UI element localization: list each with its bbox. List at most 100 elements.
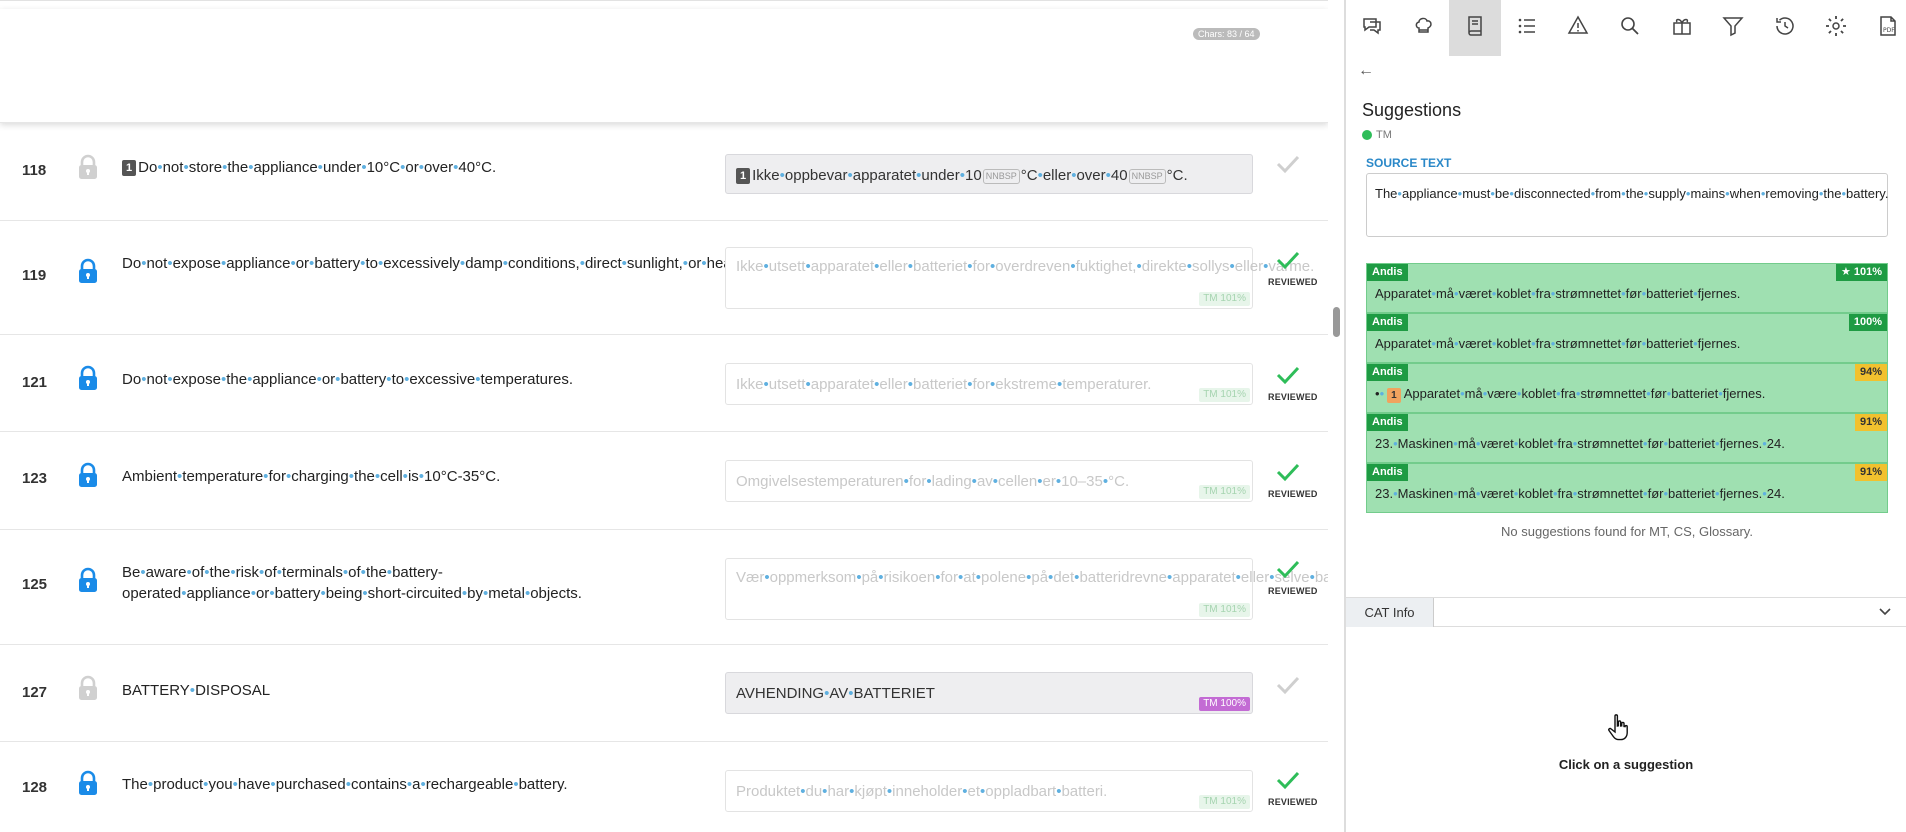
- segment-status[interactable]: REVIEWED: [1268, 462, 1318, 499]
- match-percent-badge: ★ 101%: [1835, 264, 1887, 281]
- history-icon: [1773, 14, 1797, 43]
- tm-dot-icon: [1362, 130, 1372, 140]
- segment-status[interactable]: [1268, 675, 1308, 700]
- tm-match-badge: TM 101%: [1199, 292, 1250, 306]
- segment-number: 125: [22, 576, 48, 593]
- target-field[interactable]: Produktet•du•har•kjøpt•inneholder•et•opp…: [725, 770, 1253, 812]
- editor-scrollbar[interactable]: [1331, 0, 1341, 832]
- list-icon: [1515, 14, 1539, 43]
- tm-match-badge: TM 100%: [1199, 697, 1250, 711]
- tm-match-badge: TM 101%: [1199, 388, 1250, 402]
- check-icon: [1268, 770, 1308, 795]
- segment-number: 121: [22, 374, 48, 391]
- no-suggestions-note: No suggestions found for MT, CS, Glossar…: [1501, 524, 1753, 539]
- source-text: Ambient•temperature•for•charging•the•cel…: [122, 468, 501, 485]
- toolbar-button[interactable]: [1656, 0, 1708, 56]
- nnbsp-marker: NNBSP: [982, 169, 1020, 184]
- toolbar-button[interactable]: [1346, 0, 1398, 56]
- suggestion-author: Andis: [1367, 364, 1408, 381]
- lock-icon[interactable]: [76, 462, 100, 488]
- target-field[interactable]: 1 Ikke•oppbevar•apparatet•under•10 NNBSP °C…: [725, 154, 1253, 194]
- warning-icon: [1566, 14, 1590, 43]
- toolbar-button[interactable]: [1449, 0, 1502, 56]
- target-field[interactable]: Ikke•utsett•apparatet•eller•batteriet•fo…: [725, 363, 1253, 405]
- segment-editor: 116The•appliance•must•be•disconnected•fr…: [0, 0, 1328, 832]
- toolbar-button[interactable]: [1604, 0, 1656, 56]
- chevron-down-icon[interactable]: [1878, 604, 1892, 618]
- tm-legend-label: TM: [1376, 129, 1392, 141]
- book-icon: [1463, 14, 1487, 43]
- reviewed-label: REVIEWED: [1268, 392, 1318, 402]
- tm-match-badge: TM 101%: [1199, 795, 1250, 809]
- match-percent-badge: 91%: [1854, 414, 1887, 431]
- segment-status[interactable]: REVIEWED: [1268, 365, 1318, 402]
- chef-hat-icon: [1412, 14, 1436, 43]
- unlocked-icon[interactable]: [76, 154, 100, 180]
- target-field[interactable]: Vær•oppmerksom•på•risikoen•for•at•polene…: [725, 558, 1328, 620]
- segment-number: 127: [22, 684, 48, 701]
- source-text: Do•not•expose•the•appliance•or•battery•t…: [122, 371, 574, 388]
- suggestion-item[interactable]: Andis 91% 23.•Maskinen•må•været•koblet•fra…: [1366, 463, 1888, 513]
- segment-status[interactable]: REVIEWED: [1268, 250, 1318, 287]
- toolbar-button[interactable]: PDF: [1862, 0, 1906, 56]
- segment-number: 119: [22, 267, 47, 284]
- source-text: 1 Do•not•store•the•appliance•under•10°C•o…: [122, 157, 692, 178]
- lock-icon[interactable]: [76, 567, 100, 593]
- toolbar-button[interactable]: [1759, 0, 1811, 56]
- suggestion-item[interactable]: Andis 91% 23.•Maskinen•må•været•koblet•fra…: [1366, 413, 1888, 463]
- check-icon: [1268, 154, 1308, 179]
- filter-icon: [1721, 14, 1745, 43]
- tm-match-badge: TM 101%: [1199, 603, 1250, 617]
- toolbar-button[interactable]: [1810, 0, 1862, 56]
- target-field[interactable]: AVHENDING•AV•BATTERIET TM 100%: [725, 672, 1253, 714]
- panel-toolbar: PDF: [1346, 0, 1906, 56]
- check-icon: [1268, 675, 1308, 700]
- source-text-label: SOURCE TEXT: [1366, 156, 1452, 170]
- unlocked-icon[interactable]: [76, 675, 100, 701]
- suggestion-item[interactable]: Andis ★ 101% Apparatet•må•været•koblet•fra…: [1366, 263, 1888, 313]
- check-icon: [1268, 462, 1308, 487]
- back-arrow-icon[interactable]: ←: [1358, 62, 1374, 80]
- target-field[interactable]: Ikke•utsett•apparatet•eller•batteriet•fo…: [725, 247, 1314, 309]
- reviewed-label: REVIEWED: [1268, 277, 1318, 287]
- segment-number: 118: [22, 162, 47, 179]
- tab-cat-info[interactable]: CAT Info: [1346, 598, 1434, 627]
- source-text: Do•not•expose•appliance•or•battery•to•ex…: [122, 255, 838, 272]
- segment-number: 128: [22, 779, 48, 796]
- toolbar-button[interactable]: [1552, 0, 1604, 56]
- suggestion-author: Andis: [1367, 314, 1408, 331]
- package-icon: [1670, 14, 1694, 43]
- toolbar-button[interactable]: [1501, 0, 1553, 56]
- segment-status[interactable]: REVIEWED: [1268, 770, 1317, 807]
- lock-icon[interactable]: [76, 770, 100, 796]
- match-percent-badge: 100%: [1848, 314, 1887, 331]
- suggestion-item[interactable]: Andis 94% •• 1 Apparatet•må•være•koblet•fra•…: [1366, 363, 1888, 413]
- lock-icon[interactable]: [76, 365, 100, 391]
- hand-cursor-icon: [1608, 714, 1628, 741]
- segment-status[interactable]: [1268, 154, 1308, 179]
- reviewed-label: REVIEWED: [1268, 489, 1318, 499]
- suggestion-author: Andis: [1367, 464, 1408, 481]
- scrollbar-thumb[interactable]: [1333, 307, 1340, 337]
- suggestion-text: 23.•Maskinen•må•været•koblet•fra•strømne…: [1375, 436, 1785, 451]
- target-field[interactable]: Omgivelsestemperaturen•for•lading•av•cel…: [725, 460, 1253, 502]
- inline-tag: 1: [736, 168, 751, 184]
- gear-icon: [1824, 14, 1848, 43]
- inline-tag: 1: [1387, 388, 1401, 403]
- pdf-icon: PDF: [1876, 14, 1900, 43]
- check-icon: [1268, 250, 1308, 275]
- match-percent-badge: 94%: [1854, 364, 1887, 381]
- suggestion-author: Andis: [1367, 264, 1408, 281]
- suggestion-text: •• 1 Apparatet•må•være•koblet•fra•strømnet…: [1375, 386, 1766, 403]
- suggestion-list: Andis ★ 101% Apparatet•må•været•koblet•fra…: [1366, 263, 1888, 513]
- cat-info-bar: CAT Info: [1346, 597, 1906, 627]
- toolbar-button[interactable]: [1707, 0, 1759, 56]
- tm-match-badge: TM 101%: [1199, 485, 1250, 499]
- suggestion-item[interactable]: Andis 100% Apparatet•må•været•koblet•fra•s…: [1366, 313, 1888, 363]
- suggestion-text: Apparatet•må•været•koblet•fra•strømnette…: [1375, 336, 1741, 351]
- lock-icon[interactable]: [76, 258, 100, 284]
- segment-row[interactable]: [0, 9, 1328, 123]
- click-suggestion-hint: Click on a suggestion: [1558, 757, 1694, 772]
- segment-status[interactable]: REVIEWED: [1268, 559, 1317, 596]
- toolbar-button[interactable]: [1398, 0, 1450, 56]
